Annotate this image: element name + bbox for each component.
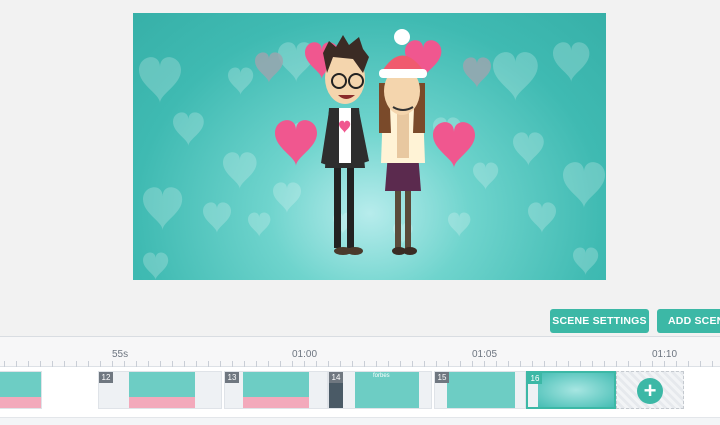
ruler-tick — [580, 361, 581, 367]
scene-number: 16 — [528, 373, 542, 384]
ruler-tick — [532, 361, 533, 367]
ruler-tick — [244, 361, 245, 367]
time-marker: 01:05 — [472, 349, 498, 360]
ruler-tick — [232, 361, 233, 367]
ruler-tick — [64, 361, 65, 367]
scene-number: 14 — [329, 372, 343, 383]
ruler-tick — [16, 361, 17, 367]
scene-track: 12 13 14 forbes 15 16 — [0, 368, 720, 416]
ruler-tick — [472, 361, 473, 367]
ruler-tick — [352, 361, 353, 367]
scene-number: 12 — [99, 372, 113, 383]
timeline-bottom-strip — [0, 417, 720, 425]
ruler-tick — [664, 361, 665, 367]
ruler-tick — [496, 361, 497, 367]
ruler-tick — [112, 361, 113, 367]
ruler-tick — [652, 361, 653, 367]
ruler-tick — [376, 361, 377, 367]
scene-preview-canvas[interactable] — [133, 13, 606, 280]
scene-clip[interactable]: 15 — [434, 371, 526, 409]
ruler-tick — [256, 361, 257, 367]
scene-thumbnail — [447, 372, 515, 408]
ruler-tick — [124, 361, 125, 367]
scene-clip[interactable]: 14 forbes — [328, 371, 432, 409]
ruler-tick — [616, 361, 617, 367]
ruler-tick — [460, 361, 461, 367]
ruler-tick — [184, 361, 185, 367]
ruler-tick — [172, 361, 173, 367]
ruler-tick — [688, 361, 689, 367]
ruler-tick — [160, 361, 161, 367]
scene-number: 13 — [225, 372, 239, 383]
ruler-tick — [364, 361, 365, 367]
ruler-tick — [592, 361, 593, 367]
ruler-tick — [340, 361, 341, 367]
ruler-tick — [4, 361, 5, 367]
ruler-tick — [136, 361, 137, 367]
timeline[interactable]: 55s 01:00 01:05 01:10 12 13 14 forbes 15… — [0, 336, 720, 425]
ruler-tick — [544, 361, 545, 367]
ruler-tick — [316, 361, 317, 367]
time-marker: 01:10 — [652, 349, 678, 360]
background-hearts — [139, 42, 605, 280]
timeline-ruler[interactable]: 55s 01:00 01:05 01:10 — [0, 337, 720, 367]
ruler-tick — [208, 361, 209, 367]
ruler-tick — [556, 361, 557, 367]
ruler-tick — [40, 361, 41, 367]
ruler-tick — [412, 361, 413, 367]
ruler-tick — [424, 361, 425, 367]
ruler-tick — [280, 361, 281, 367]
ruler-tick — [148, 361, 149, 367]
ruler-tick — [700, 361, 701, 367]
ruler-tick — [304, 361, 305, 367]
scene-thumbnail — [0, 372, 41, 408]
scene-clip[interactable] — [0, 371, 42, 409]
time-marker: 55s — [112, 349, 129, 360]
ruler-tick — [52, 361, 53, 367]
ruler-tick — [628, 361, 629, 367]
ruler-tick — [712, 361, 713, 367]
ruler-tick — [484, 361, 485, 367]
scene-illustration — [139, 29, 605, 280]
scene-thumbnail — [243, 372, 309, 408]
ruler-tick — [388, 361, 389, 367]
add-scene-button[interactable]: ADD SCENE — [657, 309, 720, 333]
scene-thumbnail — [538, 373, 614, 407]
ruler-tick — [676, 361, 677, 367]
scene-clip[interactable]: 13 — [224, 371, 328, 409]
ruler-tick — [100, 361, 101, 367]
scene-thumbnail: forbes — [355, 372, 419, 408]
ruler-tick — [508, 361, 509, 367]
ruler-tick — [520, 361, 521, 367]
scene-clip-active[interactable]: 16 — [526, 371, 616, 409]
ruler-tick — [220, 361, 221, 367]
scene-thumbnail — [129, 372, 195, 408]
ruler-tick — [448, 361, 449, 367]
ruler-tick — [640, 361, 641, 367]
add-scene-slot[interactable]: + — [616, 371, 684, 409]
ruler-tick — [76, 361, 77, 367]
scene-thumbnail-text: forbes — [373, 373, 390, 379]
ruler-tick — [400, 361, 401, 367]
plus-circle-icon[interactable]: + — [637, 378, 663, 404]
scene-clip[interactable]: 12 — [98, 371, 222, 409]
ruler-tick — [328, 361, 329, 367]
ruler-tick — [568, 361, 569, 367]
ruler-tick — [604, 361, 605, 367]
time-marker: 01:00 — [292, 349, 318, 360]
ruler-tick — [196, 361, 197, 367]
ruler-tick — [292, 361, 293, 367]
ruler-tick — [268, 361, 269, 367]
ruler-tick — [436, 361, 437, 367]
ruler-tick — [28, 361, 29, 367]
ruler-tick — [88, 361, 89, 367]
scene-number: 15 — [435, 372, 449, 383]
scene-settings-button[interactable]: SCENE SETTINGS — [550, 309, 649, 333]
